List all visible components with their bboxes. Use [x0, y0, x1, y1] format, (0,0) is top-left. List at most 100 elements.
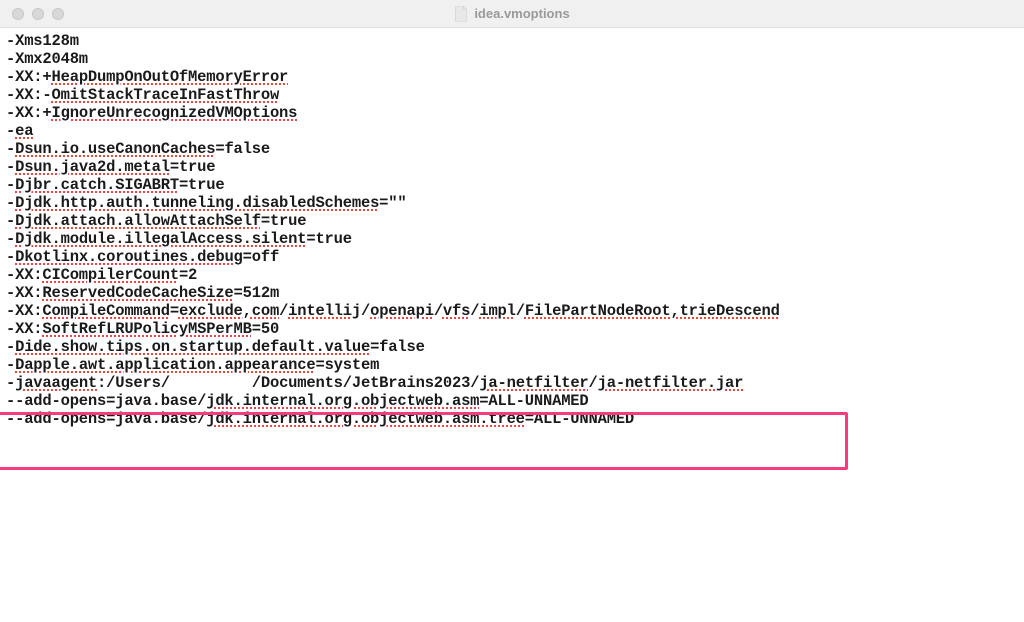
document-icon [454, 6, 468, 22]
text-segment: / [516, 302, 525, 320]
spellcheck-segment: CICompilerCount [42, 266, 179, 284]
spellcheck-segment: HeapDumpOnOutOfMemoryError [52, 68, 289, 86]
text-segment: / [589, 374, 598, 392]
editor-line[interactable]: -XX:ReservedCodeCacheSize=512m [6, 284, 1018, 302]
text-editor[interactable]: -Xms128m-Xmx2048m-XX:+HeapDumpOnOutOfMem… [0, 28, 1024, 432]
text-segment: --add-opens=java.base/ [6, 392, 206, 410]
editor-line[interactable]: -Xmx2048m [6, 50, 1018, 68]
spellcheck-segment: OmitStackTraceInFastThrow [52, 86, 280, 104]
close-button[interactable] [12, 8, 24, 20]
text-segment: =ALL-UNNAMED [479, 392, 588, 410]
editor-line[interactable]: -XX:SoftRefLRUPolicyMSPerMB=50 [6, 320, 1018, 338]
text-segment: - [6, 338, 15, 356]
window-titlebar: idea.vmoptions [0, 0, 1024, 28]
text-segment: - [6, 356, 15, 374]
spellcheck-segment: jdk.internal.org.objectweb.asm [206, 392, 479, 410]
text-segment: =true [179, 176, 225, 194]
text-segment: - [6, 374, 15, 392]
spellcheck-segment: Dide.show.tips.on.startup.default.value [15, 338, 370, 356]
editor-line[interactable]: -Dsun.java2d.metal=true [6, 158, 1018, 176]
window-title: idea.vmoptions [454, 6, 569, 22]
text-segment: / [470, 302, 479, 320]
editor-line[interactable]: -XX:CompileCommand=exclude,com/intellij/… [6, 302, 1018, 320]
window-controls [0, 8, 64, 20]
text-segment: /Documents/JetBrains2023/ [252, 374, 480, 392]
spellcheck-segment: Dsun.io.useCanonCaches [15, 140, 215, 158]
text-segment: -XX:+ [6, 68, 52, 86]
text-segment: =off [243, 248, 279, 266]
spellcheck-segment: Djdk.module.illegalAccess.silent [15, 230, 306, 248]
text-segment: - [6, 212, 15, 230]
text-segment: =true [261, 212, 307, 230]
text-segment: =system [315, 356, 379, 374]
text-segment: =true [170, 158, 216, 176]
text-segment: =512m [234, 284, 280, 302]
text-segment: -Xmx2048m [6, 50, 88, 68]
text-segment: / [279, 302, 288, 320]
spellcheck-segment: ea [15, 122, 33, 140]
text-segment: -XX: [6, 302, 42, 320]
editor-line[interactable]: -Djbr.catch.SIGABRT=true [6, 176, 1018, 194]
spellcheck-segment: Dapple.awt.application.appearance [15, 356, 315, 374]
text-segment: -XX:- [6, 86, 52, 104]
text-segment: -Xms128m [6, 32, 79, 50]
editor-line[interactable]: -Xms128m [6, 32, 1018, 50]
text-segment: =50 [252, 320, 279, 338]
text-segment: - [6, 194, 15, 212]
editor-line[interactable]: -Dide.show.tips.on.startup.default.value… [6, 338, 1018, 356]
text-segment: = [170, 302, 179, 320]
text-segment: =false [370, 338, 425, 356]
spellcheck-segment: intellij [288, 302, 361, 320]
spellcheck-segment: Dsun.java2d.metal [15, 158, 170, 176]
text-segment: -XX: [6, 266, 42, 284]
editor-line[interactable]: -XX:-OmitStackTraceInFastThrow [6, 86, 1018, 104]
editor-line[interactable]: -javaagent:/Users/ /Documents/JetBrains2… [6, 374, 1018, 392]
spellcheck-segment: ReservedCodeCacheSize [42, 284, 233, 302]
spellcheck-segment: openapi [370, 302, 434, 320]
editor-line[interactable]: --add-opens=java.base/jdk.internal.org.o… [6, 410, 1018, 428]
maximize-button[interactable] [52, 8, 64, 20]
editor-line[interactable]: -ea [6, 122, 1018, 140]
text-segment: ="" [379, 194, 406, 212]
spellcheck-segment: impl [479, 302, 515, 320]
text-segment: / [361, 302, 370, 320]
editor-line[interactable]: -Dapple.awt.application.appearance=syste… [6, 356, 1018, 374]
editor-line[interactable]: -XX:+HeapDumpOnOutOfMemoryError [6, 68, 1018, 86]
text-segment: - [6, 230, 15, 248]
spellcheck-segment: Djbr.catch.SIGABRT [15, 176, 179, 194]
spellcheck-segment: vfs [443, 302, 470, 320]
text-segment: - [6, 248, 15, 266]
spellcheck-segment: Dkotlinx.coroutines.debug [15, 248, 243, 266]
spellcheck-segment: exclude,com [179, 302, 279, 320]
spellcheck-segment: CompileCommand [42, 302, 169, 320]
text-segment: =true [306, 230, 352, 248]
editor-line[interactable]: -Dsun.io.useCanonCaches=false [6, 140, 1018, 158]
text-segment: - [6, 122, 15, 140]
editor-line[interactable]: -XX:+IgnoreUnrecognizedVMOptions [6, 104, 1018, 122]
text-segment: :/Users/ [97, 374, 170, 392]
editor-line[interactable]: -Djdk.http.auth.tunneling.disabledScheme… [6, 194, 1018, 212]
text-segment: =false [215, 140, 270, 158]
spellcheck-segment: SoftRefLRUPolicyMSPerMB [42, 320, 251, 338]
text-segment: - [6, 158, 15, 176]
text-segment: -XX:+ [6, 104, 52, 122]
text-segment: - [6, 140, 15, 158]
redacted-segment [170, 374, 252, 392]
editor-line[interactable]: -Dkotlinx.coroutines.debug=off [6, 248, 1018, 266]
text-segment: -XX: [6, 320, 42, 338]
spellcheck-segment: Djdk.attach.allowAttachSelf [15, 212, 261, 230]
text-segment: - [6, 176, 15, 194]
text-segment: =2 [179, 266, 197, 284]
spellcheck-segment: IgnoreUnrecognizedVMOptions [52, 104, 298, 122]
editor-line[interactable]: -Djdk.attach.allowAttachSelf=true [6, 212, 1018, 230]
minimize-button[interactable] [32, 8, 44, 20]
window-title-text: idea.vmoptions [474, 6, 569, 21]
spellcheck-segment: javaagent [15, 374, 97, 392]
spellcheck-segment: jdk.internal.org.objectweb.asm.tree [206, 410, 525, 428]
spellcheck-segment: ja-netfilter [479, 374, 588, 392]
editor-line[interactable]: -Djdk.module.illegalAccess.silent=true [6, 230, 1018, 248]
editor-line[interactable]: -XX:CICompilerCount=2 [6, 266, 1018, 284]
text-segment: / [434, 302, 443, 320]
text-segment: -XX: [6, 284, 42, 302]
editor-line[interactable]: --add-opens=java.base/jdk.internal.org.o… [6, 392, 1018, 410]
